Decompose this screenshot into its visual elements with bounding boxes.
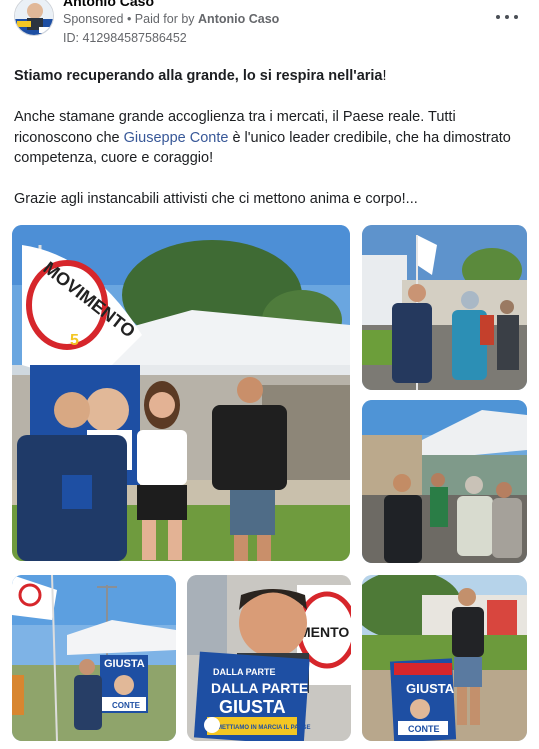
poster-name-1: CONTE	[112, 701, 141, 710]
poster-giusta: GIUSTA	[219, 697, 286, 717]
photo-park-poster[interactable]: GIUSTA CONTE	[362, 575, 527, 741]
ad-id: ID: 412984587586452	[63, 31, 187, 45]
photo-selfie-poster[interactable]: MENTO DALLA PARTE DALLA PARTE GIUSTA RIM…	[187, 575, 351, 741]
poster-dalla-parte: DALLA PARTE	[211, 680, 308, 696]
headline-exclamation: !	[382, 68, 387, 84]
flag-number: 5	[70, 332, 79, 349]
avatar[interactable]	[14, 0, 54, 36]
avatar-image	[15, 0, 53, 35]
post-body: Stiamo recuperando alla grande, lo si re…	[14, 66, 526, 210]
sponsored-label[interactable]: Sponsored	[63, 12, 123, 26]
photo-market-street[interactable]	[362, 225, 527, 390]
author-name[interactable]: Antonio Caso	[63, 0, 154, 9]
paid-by-name: Antonio Caso	[198, 12, 280, 26]
poster-slogan: RIMETTIAMO IN MARCIA IL PAESE	[211, 725, 311, 731]
post-header: Antonio Caso Sponsored • Paid for by Ant…	[0, 0, 539, 52]
post-headline: Stiamo recuperando alla grande, lo si re…	[14, 66, 526, 87]
poster-conte-park: CONTE	[408, 724, 440, 734]
photo-market-stalls[interactable]	[362, 400, 527, 563]
poster-giusta-park: GIUSTA	[406, 681, 455, 696]
poster-small-top: DALLA PARTE	[213, 667, 276, 677]
photo-gazebo-poster[interactable]: GIUSTA CONTE	[12, 575, 176, 741]
paid-for-prefix: • Paid for by	[123, 12, 199, 26]
photo-group-market[interactable]: MOVIMENTO 5	[12, 225, 350, 561]
more-options-icon[interactable]	[496, 8, 518, 26]
post-paragraph-2: Grazie agli instancabili attivisti che c…	[14, 191, 418, 207]
poster-word-1: GIUSTA	[104, 658, 145, 670]
post-paragraph-1: Anche stamane grande accoglienza tra i m…	[14, 107, 526, 169]
headline-text: Stiamo recuperando alla grande, lo si re…	[14, 68, 383, 84]
giuseppe-conte-link[interactable]: Giuseppe Conte	[124, 130, 229, 146]
sponsored-line: Sponsored • Paid for by Antonio Caso	[63, 12, 279, 26]
